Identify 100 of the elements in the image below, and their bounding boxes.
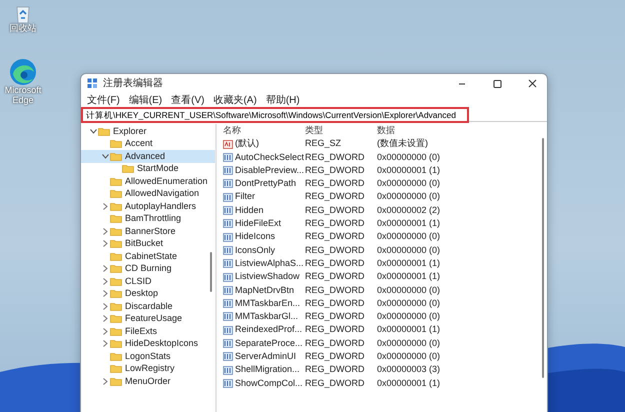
value-type: REG_DWORD [305,284,366,297]
value-type: REG_DWORD [305,150,366,164]
tree-item[interactable]: BitBucket [81,238,215,250]
value-type: REG_DWORD [305,190,366,204]
tree-item-label: LowRegistry [125,362,175,375]
value-data: 0x00000000 (0) [377,350,442,364]
menu-item[interactable]: 帮助(H) [262,94,304,106]
tree-item[interactable]: Explorer [81,125,215,138]
tree-item[interactable]: StartMode [81,162,215,175]
value-type: REG_DWORD [305,323,366,336]
value-type: REG_DWORD [305,230,366,244]
address-field[interactable]: 计算机\HKEY_CURRENT_USER\Software\Microsoft\Windows\CurrentVersion\Explorer\Advanced [81,106,469,122]
binary-value-icon [223,286,233,295]
value-type: REG_DWORD [305,363,366,376]
value-name: ListviewAlphaS... [235,256,304,270]
tree-item[interactable]: LowRegistry [81,362,215,375]
value-name: Hidden [235,204,264,217]
binary-value-icon [223,179,233,188]
value-type: REG_DWORD [305,296,366,310]
menu-item[interactable]: 收藏夹(A) [209,94,261,106]
value-name: ReindexedProf... [235,323,302,336]
scrollbar-thumb[interactable] [542,138,544,378]
tree-item[interactable]: LogonStats [81,350,215,362]
value-name: ServerAdminUI [235,350,296,364]
menu-item[interactable]: 文件(F) [83,94,124,106]
tree-item-label: BannerStore [125,224,176,238]
binary-value-icon [223,339,233,348]
tree-item[interactable]: AutoplayHandlers [81,200,215,212]
column-header[interactable]: 类型 [305,124,377,138]
binary-value-icon [223,299,233,308]
tree-item[interactable]: MenuOrder [81,375,215,388]
tree-item-label: CabinetState [125,250,178,262]
tree-item[interactable]: Advanced [81,150,215,162]
tree-item[interactable]: FileExts [81,325,215,338]
chevron-right-icon [103,202,108,210]
value-data: 0x00000000 (0) [377,190,442,204]
value-type: REG_DWORD [305,177,366,190]
value-type: REG_DWORD [305,164,366,177]
value-data: 0x00000000 (0) [377,177,442,190]
tree-item[interactable]: BamThrottling [81,212,215,225]
folder-icon [110,264,122,274]
folder-icon [110,364,122,374]
value-name: AutoCheckSelect [235,150,304,164]
value-name: SeparateProce... [235,336,303,350]
tree-item[interactable]: Accent [81,138,215,150]
value-type: REG_DWORD [305,204,366,217]
folder-icon [110,352,122,361]
menu-item[interactable]: 编辑(E) [124,94,166,106]
tree-item[interactable]: Discardable [81,300,215,312]
value-data: 0x00000001 (1) [377,217,442,230]
browser-icon [9,58,37,86]
column-header[interactable]: 数据 [377,124,547,138]
column-header[interactable]: 名称 [223,124,305,138]
tree-item-label: BamThrottling [125,212,182,225]
value-name: (默认) [235,137,259,150]
tree-item[interactable]: CD Burning [81,262,215,275]
scrollbar-thumb[interactable] [210,252,212,292]
value-data: 0x00000001 (1) [377,376,442,390]
binary-value-icon [223,152,233,162]
value-data: 0x00000003 (3) [377,363,442,376]
value-data: 0x00000001 (1) [377,270,442,284]
tree-item[interactable]: Desktop [81,288,215,300]
tree-item[interactable]: CabinetState [81,250,215,262]
binary-value-icon [223,378,233,388]
tree-item-label: BitBucket [125,237,164,250]
value-type: REG_DWORD [305,244,366,257]
value-data: 0x00000001 (1) [377,256,442,270]
value-type: REG_DWORD [305,336,366,350]
binary-value-icon [223,192,233,202]
folder-icon [110,326,122,336]
menu-item[interactable]: 查看(V) [167,94,208,106]
binary-value-icon [223,219,233,228]
value-name: MapNetDrvBtn [235,284,294,297]
tree-item[interactable]: BannerStore [81,225,215,238]
value-data: 0x00000001 (1) [377,164,442,177]
value-name: MMTaskbarGl... [235,310,298,324]
folder-icon [110,152,122,161]
folder-icon [110,189,122,198]
binary-value-icon [223,232,233,242]
tree-item-label: HideDesktopIcons [125,337,198,350]
folder-icon [98,126,110,136]
tree-item[interactable]: CLSID [81,275,215,288]
binary-value-icon [223,166,233,176]
tree-item[interactable]: HideDesktopIcons [81,338,215,350]
value-data: 0x00000000 (0) [377,310,442,324]
value-name: DisablePreview... [235,164,304,177]
tree-item-label: CLSID [125,274,152,288]
folder-icon [110,289,122,298]
tree-item[interactable]: AllowedEnumeration [81,175,215,188]
tree-item[interactable]: AllowedNavigation [81,188,215,200]
tree-item-label: StartMode [137,162,179,175]
value-type: REG_DWORD [305,376,366,390]
chevron-right-icon [103,378,108,385]
value-type: REG_DWORD [305,310,366,324]
binary-value-icon [223,206,233,216]
tree-item-label: Discardable [125,300,173,312]
binary-value-icon [223,326,233,335]
binary-value-icon [223,246,233,255]
binary-value-icon [223,259,233,268]
tree-item[interactable]: FeatureUsage [81,312,215,325]
